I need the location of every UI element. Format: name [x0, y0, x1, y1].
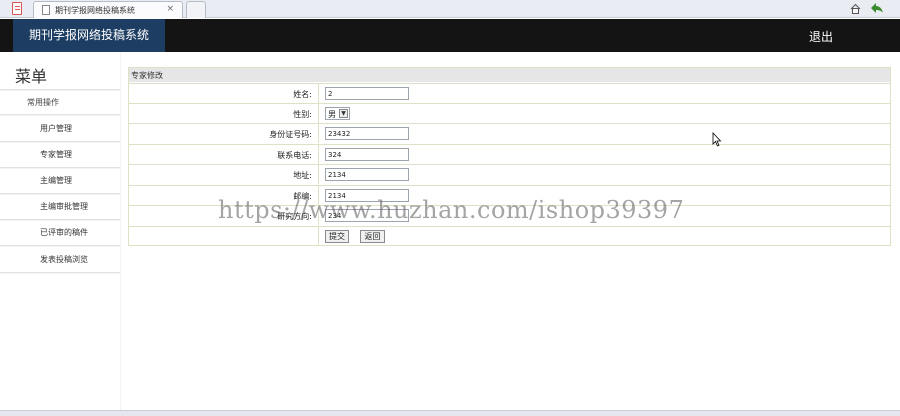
sidebar-item-label: 主编审批管理 [40, 202, 88, 211]
home-icon[interactable] [850, 3, 861, 14]
sidebar-item-reviewed[interactable]: 已评审的稿件 [0, 221, 120, 245]
app-header: 期刊学报网络投稿系统 退出 [0, 19, 900, 52]
sidebar-item-label: 专家管理 [40, 150, 72, 159]
sidebar-item-label: 用户管理 [40, 124, 72, 133]
form-row-phone: 联系电话: [129, 144, 890, 164]
divider [0, 245, 120, 247]
id-number-input[interactable] [325, 127, 409, 140]
form-row-actions: 提交 返回 [129, 226, 890, 246]
sidebar-item-editors[interactable]: 主编管理 [0, 169, 120, 193]
form-title: 专家修改 [131, 71, 163, 80]
sidebar-item-label: 主编管理 [40, 176, 72, 185]
menu-group-label: 常用操作 [27, 98, 59, 107]
label-cell: 身份证号码: [129, 124, 319, 143]
form-row-id-number: 身份证号码: [129, 123, 890, 143]
back-button[interactable]: 返回 [360, 230, 385, 243]
browser-tab-bar: 期刊学报网络投稿系统 × [0, 0, 900, 18]
divider [0, 272, 120, 274]
back-arrow-icon[interactable] [870, 2, 884, 14]
browser-tab[interactable]: 期刊学报网络投稿系统 × [33, 1, 183, 18]
submit-button[interactable]: 提交 [325, 230, 349, 243]
browser-status-bar [0, 410, 900, 416]
app-title: 期刊学报网络投稿系统 [28, 28, 149, 42]
label-cell: 姓名: [129, 84, 319, 103]
menu-title: 菜单 [15, 67, 48, 86]
field-label: 性别: [293, 110, 312, 119]
close-icon[interactable]: × [166, 4, 174, 14]
sidebar-border [120, 52, 121, 416]
field-label: 地址: [293, 171, 312, 180]
sidebar: 菜单 常用操作 用户管理 专家管理 主编管理 主编审批管理 已评审的稿件 发表投… [0, 52, 120, 416]
menu-group-common[interactable]: 常用操作 [0, 90, 120, 114]
page-icon [42, 5, 50, 15]
field-label: 联系电话: [277, 151, 312, 160]
sidebar-item-editor-approval[interactable]: 主编审批管理 [0, 195, 120, 219]
app-title-box: 期刊学报网络投稿系统 [13, 19, 165, 52]
form-row-name: 姓名: [129, 83, 890, 103]
form-header: 专家修改 [129, 68, 890, 82]
sidebar-item-label: 发表投稿浏览 [40, 255, 88, 264]
sidebar-item-published[interactable]: 发表投稿浏览 [0, 248, 120, 272]
label-cell [129, 227, 319, 246]
sidebar-item-experts[interactable]: 专家管理 [0, 143, 120, 167]
field-label: 身份证号码: [269, 130, 312, 139]
mouse-cursor-icon [712, 132, 722, 147]
phone-input[interactable] [325, 148, 409, 161]
label-cell: 性别: [129, 104, 319, 123]
form-row-address: 地址: [129, 164, 890, 184]
address-input[interactable] [325, 168, 409, 181]
chevron-down-icon: ▼ [339, 109, 348, 118]
label-cell: 地址: [129, 165, 319, 184]
watermark-url: https://www.huzhan.com/ishop39397 [218, 196, 685, 224]
sidebar-item-users[interactable]: 用户管理 [0, 117, 120, 141]
sidebar-item-label: 已评审的稿件 [40, 228, 88, 237]
form-row-gender: 性别: 男 ▼ [129, 103, 890, 123]
gender-select-value: 男 [328, 110, 336, 119]
tab-title: 期刊学报网络投稿系统 [55, 6, 135, 15]
label-cell: 联系电话: [129, 145, 319, 164]
gender-select[interactable]: 男 ▼ [325, 107, 350, 120]
divider [0, 114, 120, 116]
new-tab-button[interactable] [186, 1, 206, 18]
name-input[interactable] [325, 87, 409, 100]
field-label: 姓名: [293, 90, 312, 99]
document-icon[interactable] [12, 2, 22, 15]
logout-link[interactable]: 退出 [809, 19, 833, 52]
